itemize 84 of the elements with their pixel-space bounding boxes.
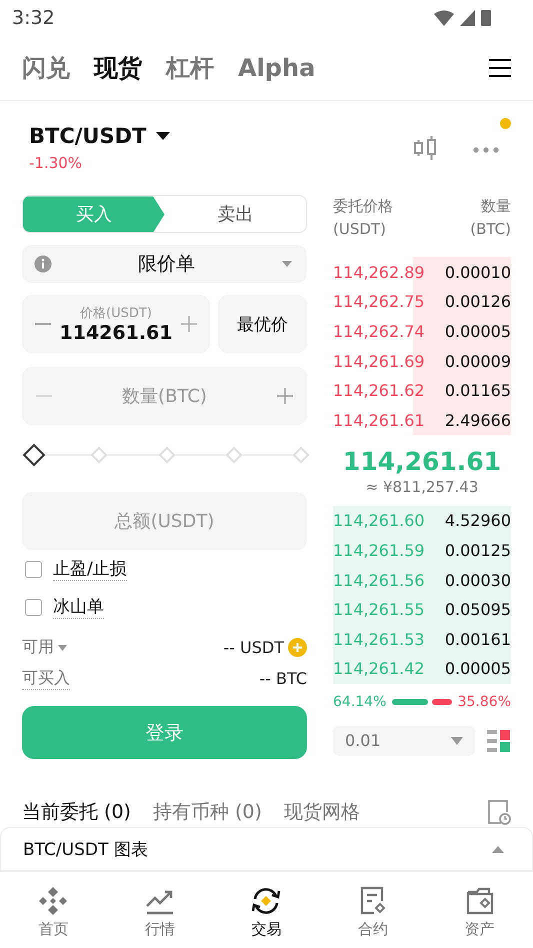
bid-price: 114,261.42: [333, 659, 425, 678]
plus-icon[interactable]: [180, 316, 197, 332]
bid-quantity: 0.00030: [444, 570, 511, 590]
ask-price: 114,262.89: [333, 262, 425, 282]
wifi-icon: [434, 10, 454, 26]
ask-quantity: 0.01165: [444, 381, 511, 400]
candlestick-icon[interactable]: [413, 135, 437, 162]
battery-icon: [481, 10, 491, 26]
more-icon[interactable]: [473, 146, 499, 153]
top-tab[interactable]: 闪兑: [22, 52, 70, 84]
column-header: 委托价格 (USDT): [333, 196, 393, 240]
ratio-bar: [392, 698, 452, 705]
plus-icon[interactable]: [277, 388, 293, 404]
side-tab[interactable]: 卖出: [164, 196, 306, 232]
nav-item[interactable]: 首页: [0, 872, 107, 948]
ask-price: 114,262.75: [333, 292, 425, 312]
bid-quantity: 0.00161: [444, 630, 511, 649]
order-tab[interactable]: 当前委托 (0): [22, 799, 131, 826]
add-funds-icon[interactable]: [288, 638, 307, 658]
precision-select[interactable]: 0.01: [333, 726, 475, 756]
bid-price: 114,261.53: [333, 630, 425, 649]
top-tab[interactable]: Alpha: [238, 54, 316, 82]
chart-title: BTC/USDT 图表: [23, 838, 148, 861]
order-tab[interactable]: 持有币种 (0): [152, 799, 262, 826]
caret-icon: [281, 260, 293, 268]
ask-price: 114,262.74: [333, 322, 425, 341]
bid-quantity: 0.05095: [444, 600, 511, 620]
checkbox[interactable]: [25, 560, 42, 578]
top-tab[interactable]: 杠杆: [166, 52, 214, 84]
available-dropdown[interactable]: 可用: [22, 637, 54, 658]
order-type-select[interactable]: 限价单: [22, 245, 307, 284]
layout-icon[interactable]: [487, 728, 511, 753]
last-price: 114,261.61: [342, 447, 502, 476]
top-tab[interactable]: 现货: [94, 52, 142, 84]
diamond-logo-icon: [38, 886, 68, 916]
bid-price: 114,261.60: [333, 511, 425, 530]
nav-item[interactable]: 合约: [320, 872, 426, 948]
best-price-button[interactable]: 最优价: [218, 295, 307, 354]
side-tab[interactable]: 买入: [23, 196, 164, 232]
status-time: 3:32: [12, 6, 55, 29]
checkbox[interactable]: [25, 598, 42, 616]
caret-icon: [451, 736, 463, 745]
ask-quantity: 2.49666: [444, 410, 511, 430]
bid-quantity: 0.00005: [444, 659, 511, 678]
price-change: -1.30%: [29, 154, 82, 172]
ask-quantity: 0.00009: [444, 352, 511, 371]
last-price-cny: ≈ ¥811,257.43: [364, 478, 480, 496]
nav-item[interactable]: 资产: [426, 872, 533, 948]
bid-price: 114,261.59: [333, 540, 425, 560]
nav-item[interactable]: 行情: [106, 872, 214, 948]
order-tab[interactable]: 现货网格: [284, 799, 360, 826]
bid-price: 114,261.56: [333, 570, 425, 590]
sell-ratio: 35.86%: [458, 694, 511, 710]
ask-quantity: 0.00005: [444, 322, 511, 341]
option-label[interactable]: 止盈/止损: [53, 557, 127, 582]
pair-selector[interactable]: BTC/USDT: [29, 124, 146, 148]
menu-icon[interactable]: [489, 58, 511, 78]
nav-item[interactable]: 交易: [213, 872, 320, 948]
ask-quantity: 0.00010: [444, 262, 511, 282]
bid-quantity: 4.52960: [444, 511, 511, 530]
buyable-value: -- BTC: [259, 669, 307, 688]
signal-icon: [460, 10, 475, 26]
bid-quantity: 0.00125: [444, 540, 511, 560]
total-field[interactable]: 总额(USDT): [22, 492, 307, 550]
info-icon: [34, 255, 52, 274]
ask-quantity: 0.00126: [444, 292, 511, 312]
buy-ratio: 64.14%: [333, 694, 386, 710]
bid-price: 114,261.55: [333, 600, 425, 620]
price-field[interactable]: 价格(USDT) 114261.61: [22, 295, 210, 354]
option-label[interactable]: 冰山单: [53, 595, 104, 620]
wallet-icon: [464, 886, 495, 916]
amount-slider[interactable]: [22, 443, 307, 468]
buyable-label: 可买入: [22, 668, 70, 690]
available-value: -- USDT: [223, 638, 284, 658]
ask-price: 114,261.61: [333, 410, 425, 430]
ask-price: 114,261.69: [333, 352, 425, 371]
chart-bar[interactable]: BTC/USDT 图表: [0, 827, 533, 872]
column-header: 数量 (BTC): [470, 196, 511, 240]
login-button[interactable]: 登录: [22, 706, 307, 760]
collapse-icon[interactable]: [492, 845, 504, 854]
ask-price: 114,261.62: [333, 381, 425, 400]
quantity-field[interactable]: 数量(BTC): [22, 367, 307, 426]
order-history-icon[interactable]: [487, 799, 511, 826]
caret-icon[interactable]: [156, 131, 170, 142]
